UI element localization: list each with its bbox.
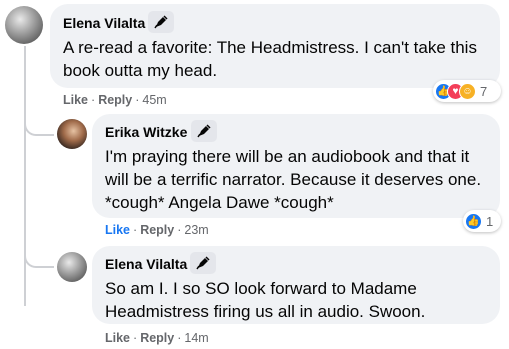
- reaction-count: 7: [480, 83, 488, 99]
- comment-actions: Like · Reply · 14m: [105, 331, 209, 345]
- comment-text: I'm praying there will be an audiobook a…: [105, 147, 482, 212]
- top-fan-badge: [191, 120, 217, 142]
- timestamp[interactable]: 23m: [184, 223, 208, 237]
- comment-author[interactable]: Elena Vilalta: [105, 256, 187, 272]
- avatar[interactable]: [57, 119, 87, 149]
- reaction-count: 1: [486, 213, 494, 229]
- like-link[interactable]: Like: [63, 93, 88, 107]
- top-fan-badge: [190, 252, 216, 274]
- avatar[interactable]: [5, 6, 43, 44]
- thread-line: [24, 46, 26, 306]
- pen-icon: [154, 15, 168, 29]
- thread-branch: [24, 248, 54, 268]
- comment-text: So am I. I so SO look forward to Madame …: [105, 279, 426, 321]
- reply-link[interactable]: Reply: [140, 223, 174, 237]
- like-icon: 👍: [465, 212, 482, 230]
- timestamp[interactable]: 14m: [184, 331, 208, 345]
- thread-branch: [24, 100, 54, 136]
- reply-link[interactable]: Reply: [98, 93, 132, 107]
- comment-text: A re-read a favorite: The Headmistress. …: [63, 38, 477, 80]
- comment-author[interactable]: Erika Witzke: [105, 124, 187, 140]
- comment-actions: Like · Reply · 45m: [63, 93, 167, 107]
- pen-icon: [196, 256, 210, 270]
- reply-link[interactable]: Reply: [140, 331, 174, 345]
- top-fan-badge: [148, 11, 174, 33]
- timestamp[interactable]: 45m: [142, 93, 166, 107]
- haha-icon: ☺: [459, 82, 476, 100]
- pen-icon: [197, 124, 211, 138]
- like-link[interactable]: Like: [105, 223, 130, 237]
- reaction-summary[interactable]: 👍 1: [463, 210, 501, 232]
- avatar[interactable]: [57, 252, 87, 282]
- comment-author[interactable]: Elena Vilalta: [63, 15, 145, 31]
- comment-actions: Like · Reply · 23m: [105, 223, 209, 237]
- like-link[interactable]: Like: [105, 331, 130, 345]
- reaction-summary[interactable]: 👍 ♥ ☺ 7: [433, 80, 501, 102]
